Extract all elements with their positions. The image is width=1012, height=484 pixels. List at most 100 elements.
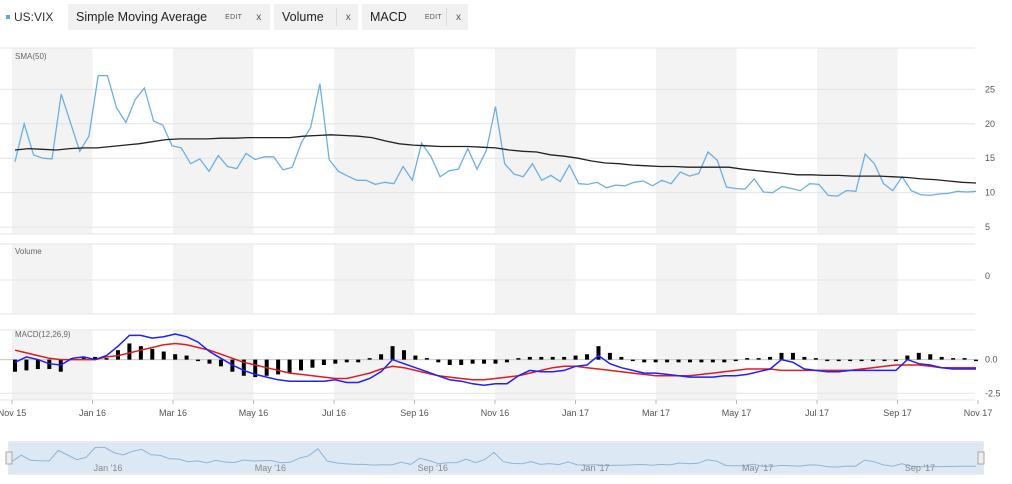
navigator-label: May '16 xyxy=(255,463,286,473)
histogram-bar xyxy=(745,358,750,360)
month-band xyxy=(656,244,737,314)
histogram-bar xyxy=(276,359,281,375)
histogram-bar xyxy=(24,359,29,371)
histogram-bar xyxy=(310,359,315,368)
histogram-bar xyxy=(550,356,555,360)
macd-y-tick-label: 0.0 xyxy=(985,355,998,365)
histogram-bar xyxy=(104,358,109,360)
x-tick-label: Jul 17 xyxy=(805,408,829,418)
histogram-bar xyxy=(173,354,178,360)
histogram-bar xyxy=(733,359,738,362)
histogram-bar xyxy=(768,356,773,360)
x-tick-label: Mar 17 xyxy=(642,408,670,418)
histogram-bar xyxy=(516,358,521,360)
histogram-bar xyxy=(390,346,395,360)
histogram-bar xyxy=(665,359,670,363)
stock-chart[interactable]: SMA(50) Volume MACD(12,26,9) 5 10 15 20 25 0… xyxy=(0,0,1012,484)
histogram-bar xyxy=(939,356,944,360)
month-band xyxy=(173,330,254,400)
histogram-bar xyxy=(379,354,384,360)
histogram-bar xyxy=(459,359,464,365)
price-y-tick-label: 5 xyxy=(985,222,990,232)
histogram-bar xyxy=(35,359,40,370)
navigator-selection[interactable] xyxy=(9,443,983,473)
histogram-bar xyxy=(184,355,189,360)
histogram-bar xyxy=(871,359,876,362)
histogram-bar xyxy=(813,358,818,360)
histogram-bar xyxy=(321,359,326,365)
histogram-bar xyxy=(299,359,304,371)
histogram-bar xyxy=(836,359,841,362)
histogram-bar xyxy=(504,359,509,363)
macd-y-axis: 0.0 -2.5 xyxy=(985,355,1001,399)
histogram-bar xyxy=(573,355,578,360)
histogram-bar xyxy=(482,359,487,364)
x-tick-label: Mar 16 xyxy=(159,408,187,418)
sma-panel-label: SMA(50) xyxy=(15,52,47,61)
histogram-bar xyxy=(619,356,624,360)
histogram-bar xyxy=(161,351,166,360)
month-band xyxy=(817,48,898,234)
month-band xyxy=(12,330,93,400)
navigator-label: Sep '17 xyxy=(905,463,935,473)
histogram-bar xyxy=(585,354,590,360)
histogram-bar xyxy=(779,352,784,360)
histogram-bar xyxy=(493,359,498,364)
histogram-bar xyxy=(424,358,429,360)
month-band xyxy=(334,48,415,234)
histogram-bar xyxy=(527,356,532,360)
histogram-bar xyxy=(962,358,967,360)
histogram-bar xyxy=(207,359,212,364)
macd-y-tick-label: -2.5 xyxy=(985,388,1001,398)
x-tick-label: Nov 16 xyxy=(481,408,510,418)
histogram-bar xyxy=(367,358,372,360)
histogram-bar xyxy=(974,359,978,362)
histogram-bar xyxy=(699,359,704,363)
histogram-bar xyxy=(882,359,887,362)
histogram-bar xyxy=(802,356,807,360)
histogram-bar xyxy=(951,358,956,360)
price-y-axis: 5 10 15 20 25 xyxy=(985,84,995,232)
x-tick-label: Jul 16 xyxy=(322,408,346,418)
volume-y-axis: 0 xyxy=(985,271,990,281)
histogram-bar xyxy=(722,359,727,363)
histogram-bar xyxy=(653,359,658,363)
histogram-bar xyxy=(401,350,406,360)
histogram-bar xyxy=(447,359,452,365)
volume-y-tick-label: 0 xyxy=(985,271,990,281)
histogram-bar xyxy=(928,354,933,360)
histogram-bar xyxy=(790,352,795,360)
histogram-bar xyxy=(344,359,349,363)
price-y-tick-label: 25 xyxy=(985,84,995,94)
histogram-bar xyxy=(916,352,921,360)
x-axis: Nov 15 Jan 16 Mar 16 May 16 Jul 16 Sep 16 Nov … xyxy=(0,400,992,418)
histogram-bar xyxy=(687,359,692,363)
x-tick-label: Nov 15 xyxy=(0,408,26,418)
month-band xyxy=(334,244,415,314)
month-band xyxy=(817,330,898,400)
x-tick-label: May 17 xyxy=(722,408,752,418)
histogram-bar xyxy=(333,359,338,364)
histogram-bar xyxy=(413,355,418,360)
navigator[interactable]: Jan '16 May '16 Sep '16 Jan '17 May '17 Sep '… xyxy=(5,441,985,475)
histogram-bar xyxy=(825,359,830,362)
histogram-bar xyxy=(642,359,647,363)
histogram-bar xyxy=(138,346,143,360)
navigator-label: Sep '16 xyxy=(418,463,448,473)
histogram-bar xyxy=(893,359,898,362)
x-tick-label: Sep 16 xyxy=(400,408,429,418)
month-band xyxy=(817,244,898,314)
month-band xyxy=(334,330,415,400)
histogram-bar xyxy=(470,359,475,364)
price-y-tick-label: 20 xyxy=(985,119,995,129)
macd-panel-label: MACD(12,26,9) xyxy=(15,330,71,339)
month-band xyxy=(656,330,737,400)
month-band xyxy=(173,244,254,314)
month-band xyxy=(495,330,576,400)
histogram-bar xyxy=(356,359,361,363)
histogram-bar xyxy=(287,359,292,374)
navigator-left-handle[interactable] xyxy=(5,451,13,465)
histogram-bar xyxy=(562,356,567,360)
histogram-bar xyxy=(676,359,681,363)
navigator-right-handle[interactable] xyxy=(977,451,985,465)
